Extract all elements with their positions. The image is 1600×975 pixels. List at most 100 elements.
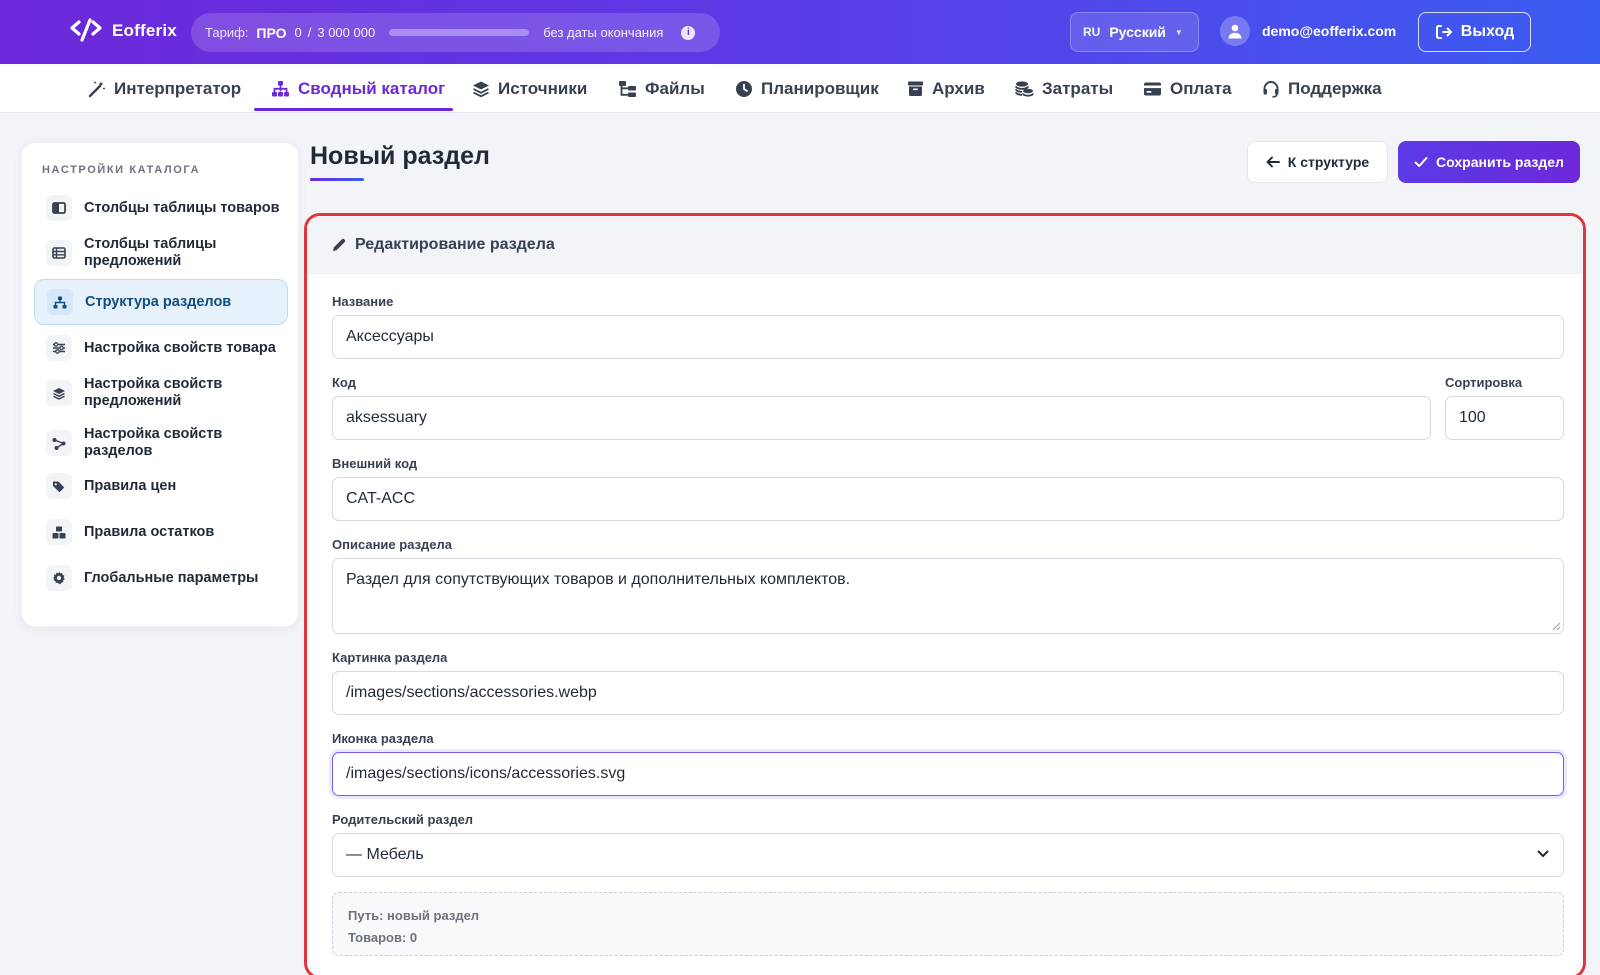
arrow-left-icon bbox=[1266, 156, 1280, 168]
pencil-icon bbox=[331, 237, 347, 253]
gear-icon bbox=[46, 565, 72, 591]
sidebar-item-label: Настройка свойств предложений bbox=[84, 376, 223, 409]
external-code-input[interactable]: CAT-ACC bbox=[332, 477, 1564, 521]
sidebar-item-global-params[interactable]: Глобальные параметры bbox=[34, 561, 288, 595]
name-value: Аксессуары bbox=[346, 328, 434, 345]
nav-item-support[interactable]: Поддержка bbox=[1262, 64, 1382, 113]
plan-limit: 3 000 000 bbox=[317, 25, 376, 40]
share-nodes-icon bbox=[46, 430, 72, 456]
plan-usage: 0 / 3 000 000 bbox=[295, 25, 376, 40]
user-menu[interactable]: demo@eofferix.com bbox=[1220, 16, 1396, 46]
app-logo[interactable]: Eofferix bbox=[70, 18, 177, 44]
language-selector[interactable]: RU Русский ▼ bbox=[1070, 12, 1199, 52]
parent-section-select[interactable]: — Мебель bbox=[332, 833, 1564, 877]
icon-label: Иконка раздела bbox=[332, 731, 434, 746]
sort-value: 100 bbox=[1459, 409, 1486, 426]
nav-item-scheduler[interactable]: Планировщик bbox=[735, 64, 879, 113]
table-list-icon bbox=[46, 240, 72, 266]
app-name: Eofferix bbox=[112, 21, 177, 40]
plan-progress-bar bbox=[389, 29, 530, 36]
sidebar-item-section-properties[interactable]: Настройка свойств разделов bbox=[34, 421, 288, 465]
nav-item-interpreter[interactable]: Интерпретатор bbox=[88, 64, 241, 113]
nav-item-expenses[interactable]: Затраты bbox=[1015, 64, 1113, 113]
nav-item-sources[interactable]: Источники bbox=[472, 64, 587, 113]
icon-input[interactable]: /images/sections/icons/accessories.svg bbox=[332, 752, 1564, 796]
sidebar-item-price-rules[interactable]: Правила цен bbox=[34, 469, 288, 503]
name-input[interactable]: Аксессуары bbox=[332, 315, 1564, 359]
save-section-button[interactable]: Сохранить раздел bbox=[1398, 141, 1580, 183]
logo-icon bbox=[70, 18, 102, 44]
sitemap-icon bbox=[271, 80, 290, 98]
user-icon bbox=[1220, 16, 1250, 46]
chevron-down-icon bbox=[1537, 850, 1549, 858]
columns-icon bbox=[46, 195, 72, 221]
folder-tree-icon bbox=[618, 80, 637, 98]
layer-group-icon bbox=[46, 380, 72, 406]
nav-item-payment[interactable]: Оплата bbox=[1143, 64, 1232, 113]
language-name: Русский bbox=[1109, 24, 1166, 40]
picture-value: /images/sections/accessories.webp bbox=[346, 684, 597, 701]
logout-icon bbox=[1435, 24, 1453, 40]
sidebar-item-label: Настройка свойств товара bbox=[84, 339, 276, 356]
nav-label: Планировщик bbox=[761, 78, 879, 98]
nav-item-archive[interactable]: Архив bbox=[907, 64, 985, 113]
section-info-box: Путь: новый раздел Товаров: 0 bbox=[332, 892, 1564, 956]
back-to-structure-button[interactable]: К структуре bbox=[1247, 141, 1388, 183]
top-bar: Eofferix Тариф: ПРО 0 / 3 000 000 без да… bbox=[0, 0, 1600, 64]
sidebar-item-label: Настройка свойств разделов bbox=[84, 426, 223, 459]
sidebar-item-product-properties[interactable]: Настройка свойств товара bbox=[34, 331, 288, 365]
sidebar-item-offer-columns[interactable]: Столбцы таблицы предложений bbox=[34, 231, 288, 275]
nav-label: Файлы bbox=[645, 78, 705, 98]
card-title: Редактирование раздела bbox=[355, 235, 555, 253]
sidebar-item-stock-rules[interactable]: Правила остатков bbox=[34, 515, 288, 549]
code-label: Код bbox=[332, 375, 356, 390]
page-title: Новый раздел bbox=[310, 142, 490, 170]
sidebar-item-product-columns[interactable]: Столбцы таблицы товаров bbox=[34, 191, 288, 225]
external-code-label: Внешний код bbox=[332, 456, 418, 471]
section-product-count: Товаров: 0 bbox=[348, 930, 418, 945]
plan-name: ПРО bbox=[256, 24, 287, 41]
sidebar-item-offer-properties[interactable]: Настройка свойств предложений bbox=[34, 371, 288, 415]
nav-label: Затраты bbox=[1042, 78, 1114, 98]
nav-item-files[interactable]: Файлы bbox=[618, 64, 705, 113]
plan-label: Тариф: bbox=[205, 25, 249, 40]
caret-down-icon: ▼ bbox=[1174, 27, 1183, 37]
sitemap-icon bbox=[47, 289, 73, 315]
boxes-icon bbox=[46, 519, 72, 545]
nav-label: Поддержка bbox=[1288, 78, 1382, 98]
title-underline bbox=[310, 178, 364, 181]
nav-label: Сводный каталог bbox=[298, 78, 446, 98]
catalog-settings-sidebar: НАСТРОЙКИ КАТАЛОГА Столбцы таблицы товар… bbox=[21, 142, 299, 627]
save-button-label: Сохранить раздел bbox=[1436, 154, 1564, 170]
external-code-value: CAT-ACC bbox=[346, 490, 416, 507]
sidebar-item-label: Правила цен bbox=[84, 477, 177, 494]
parent-section-label: Родительский раздел bbox=[332, 812, 474, 827]
picture-input[interactable]: /images/sections/accessories.webp bbox=[332, 671, 1564, 715]
plan-used: 0 bbox=[294, 25, 302, 40]
logout-button[interactable]: Выход bbox=[1418, 12, 1531, 52]
nav-item-catalog[interactable]: Сводный каталог bbox=[271, 64, 445, 113]
card-header: Редактирование раздела bbox=[307, 216, 1583, 274]
plan-expiry: без даты окончания bbox=[543, 25, 664, 40]
sidebar-item-label: Столбцы таблицы товаров bbox=[84, 199, 280, 216]
nav-label: Интерпретатор bbox=[114, 78, 242, 98]
credit-card-icon bbox=[1143, 81, 1162, 97]
resize-handle-icon[interactable] bbox=[1551, 621, 1561, 631]
main-nav: Интерпретатор Сводный каталог Источники … bbox=[0, 64, 1600, 113]
language-code: RU bbox=[1083, 25, 1101, 39]
plan-separator: / bbox=[307, 25, 312, 40]
sort-input[interactable]: 100 bbox=[1445, 396, 1564, 440]
info-icon[interactable]: i bbox=[681, 25, 696, 40]
sidebar-item-section-structure[interactable]: Структура разделов bbox=[34, 279, 288, 325]
code-input[interactable]: aksessuary bbox=[332, 396, 1431, 440]
picture-label: Картинка раздела bbox=[332, 650, 448, 665]
tags-icon bbox=[46, 473, 72, 499]
nav-label: Источники bbox=[498, 78, 588, 98]
description-textarea[interactable]: Раздел для сопутствующих товаров и допол… bbox=[332, 558, 1564, 634]
code-value: aksessuary bbox=[346, 409, 427, 426]
name-label: Название bbox=[332, 294, 394, 309]
headset-icon bbox=[1262, 80, 1280, 98]
user-email: demo@eofferix.com bbox=[1262, 23, 1397, 39]
section-path: Путь: новый раздел bbox=[348, 908, 480, 923]
section-edit-card: Редактирование раздела Название Аксессуа… bbox=[304, 213, 1586, 975]
